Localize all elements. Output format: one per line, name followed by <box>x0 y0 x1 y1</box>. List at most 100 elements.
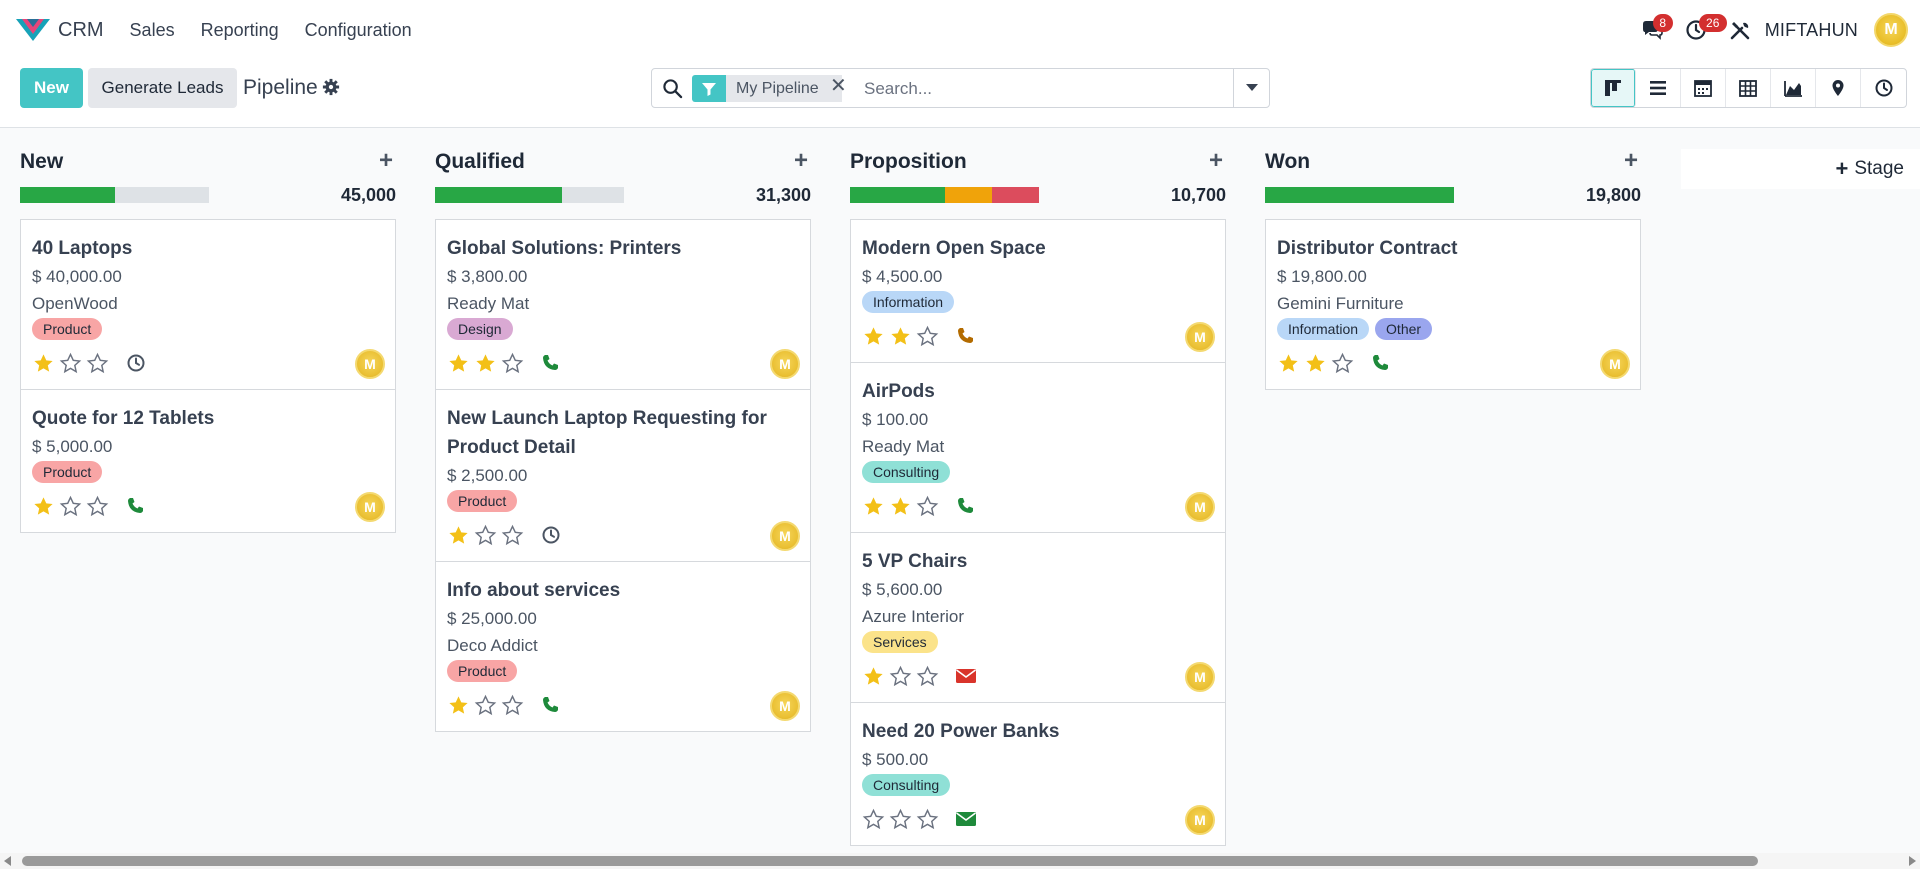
activity-button[interactable] <box>955 665 977 687</box>
menu-configuration[interactable]: Configuration <box>305 20 412 41</box>
generate-leads-button[interactable]: Generate Leads <box>88 68 237 108</box>
lead-card[interactable]: Info about services $ 25,000.00 Deco Addic… <box>436 562 810 731</box>
scroll-left-arrow-icon[interactable] <box>4 856 11 866</box>
app-brand[interactable]: CRM <box>16 17 104 43</box>
salesperson-avatar[interactable]: M <box>355 492 385 522</box>
salesperson-avatar[interactable]: M <box>770 349 800 379</box>
star-empty-icon[interactable] <box>474 524 497 547</box>
star-filled-icon[interactable] <box>32 352 55 375</box>
salesperson-avatar[interactable]: M <box>1185 805 1215 835</box>
salesperson-avatar[interactable]: M <box>1185 322 1215 352</box>
salesperson-avatar[interactable]: M <box>1185 492 1215 522</box>
map-view-button[interactable] <box>1816 69 1861 107</box>
activity-button[interactable] <box>540 694 562 716</box>
star-filled-icon[interactable] <box>862 665 885 688</box>
star-filled-icon[interactable] <box>1277 352 1300 375</box>
graph-view-button[interactable] <box>1771 69 1816 107</box>
lead-card[interactable]: Distributor Contract $ 19,800.00 Gemini Fu… <box>1266 220 1640 389</box>
activity-button[interactable] <box>955 495 977 517</box>
activity-view-button[interactable] <box>1861 69 1906 107</box>
progress-segment[interactable] <box>944 187 992 203</box>
star-empty-icon[interactable] <box>916 325 939 348</box>
star-empty-icon[interactable] <box>59 495 82 518</box>
star-filled-icon[interactable] <box>889 495 912 518</box>
salesperson-avatar[interactable]: M <box>1185 662 1215 692</box>
horizontal-scrollbar[interactable] <box>0 853 1920 869</box>
debug-tools-button[interactable] <box>1723 13 1757 47</box>
scroll-right-arrow-icon[interactable] <box>1909 856 1916 866</box>
star-filled-icon[interactable] <box>889 325 912 348</box>
star-filled-icon[interactable] <box>474 352 497 375</box>
star-empty-icon[interactable] <box>889 665 912 688</box>
activity-button[interactable] <box>955 808 977 830</box>
lead-card[interactable]: Modern Open Space $ 4,500.00 Information M <box>851 220 1225 363</box>
activity-button[interactable] <box>125 495 147 517</box>
calendar-view-button[interactable] <box>1681 69 1726 107</box>
progress-segment[interactable] <box>1265 187 1454 203</box>
column-progress-bar[interactable] <box>850 187 1039 203</box>
activity-button[interactable] <box>955 325 977 347</box>
column-progress-bar[interactable] <box>20 187 209 203</box>
star-empty-icon[interactable] <box>86 495 109 518</box>
search-icon[interactable] <box>662 78 683 99</box>
quick-create-plus-icon[interactable]: + <box>791 147 811 175</box>
star-empty-icon[interactable] <box>86 352 109 375</box>
salesperson-avatar[interactable]: M <box>770 521 800 551</box>
messages-button[interactable]: 8 <box>1635 13 1673 47</box>
activities-button[interactable]: 26 <box>1679 13 1727 47</box>
star-empty-icon[interactable] <box>916 665 939 688</box>
new-button[interactable]: New <box>20 68 83 108</box>
search-options-toggle[interactable] <box>1233 69 1269 107</box>
star-filled-icon[interactable] <box>862 325 885 348</box>
star-empty-icon[interactable] <box>916 495 939 518</box>
lead-card[interactable]: Global Solutions: Printers $ 3,800.00 Read… <box>436 220 810 390</box>
remove-facet-icon[interactable]: ✕ <box>830 73 847 98</box>
quick-create-plus-icon[interactable]: + <box>1206 147 1226 175</box>
star-filled-icon[interactable] <box>32 495 55 518</box>
activity-button[interactable] <box>540 352 562 374</box>
menu-sales[interactable]: Sales <box>130 20 175 41</box>
search-input[interactable] <box>862 75 1242 102</box>
star-empty-icon[interactable] <box>501 352 524 375</box>
activity-button[interactable] <box>125 352 147 374</box>
star-empty-icon[interactable] <box>862 808 885 831</box>
activity-button[interactable] <box>1370 352 1392 374</box>
star-filled-icon[interactable] <box>862 495 885 518</box>
column-progress-bar[interactable] <box>1265 187 1454 203</box>
column-title[interactable]: Proposition <box>850 150 967 174</box>
star-empty-icon[interactable] <box>501 694 524 717</box>
pivot-view-button[interactable] <box>1726 69 1771 107</box>
activity-button[interactable] <box>540 524 562 546</box>
star-filled-icon[interactable] <box>447 524 470 547</box>
lead-card[interactable]: 40 Laptops $ 40,000.00 OpenWood Product M <box>21 220 395 390</box>
star-filled-icon[interactable] <box>447 694 470 717</box>
star-filled-icon[interactable] <box>447 352 470 375</box>
quick-create-plus-icon[interactable]: + <box>376 147 396 175</box>
progress-segment[interactable] <box>435 187 562 203</box>
lead-card[interactable]: New Launch Laptop Requesting for Product… <box>436 390 810 562</box>
star-empty-icon[interactable] <box>474 694 497 717</box>
lead-card[interactable]: AirPods $ 100.00 Ready Mat Consulting M <box>851 363 1225 533</box>
column-progress-bar[interactable] <box>435 187 624 203</box>
user-avatar[interactable]: M <box>1874 13 1908 47</box>
lead-card[interactable]: Quote for 12 Tablets $ 5,000.00 Product M <box>21 390 395 532</box>
column-title[interactable]: Won <box>1265 150 1310 174</box>
add-stage-button[interactable]: + Stage <box>1681 149 1920 189</box>
user-name[interactable]: MIFTAHUN <box>1765 20 1858 41</box>
salesperson-avatar[interactable]: M <box>1600 349 1630 379</box>
list-view-button[interactable] <box>1636 69 1681 107</box>
gear-icon[interactable] <box>322 78 340 96</box>
star-empty-icon[interactable] <box>501 524 524 547</box>
progress-segment[interactable] <box>850 187 945 203</box>
lead-card[interactable]: 5 VP Chairs $ 5,600.00 Azure Interior Servi… <box>851 533 1225 703</box>
star-filled-icon[interactable] <box>1304 352 1327 375</box>
quick-create-plus-icon[interactable]: + <box>1621 147 1641 175</box>
salesperson-avatar[interactable]: M <box>770 691 800 721</box>
lead-card[interactable]: Need 20 Power Banks $ 500.00 Consulting M <box>851 703 1225 845</box>
menu-reporting[interactable]: Reporting <box>201 20 279 41</box>
column-title[interactable]: Qualified <box>435 150 525 174</box>
scrollbar-thumb[interactable] <box>22 856 1758 866</box>
kanban-view-button[interactable] <box>1591 69 1636 107</box>
progress-segment[interactable] <box>991 187 1039 203</box>
star-empty-icon[interactable] <box>916 808 939 831</box>
